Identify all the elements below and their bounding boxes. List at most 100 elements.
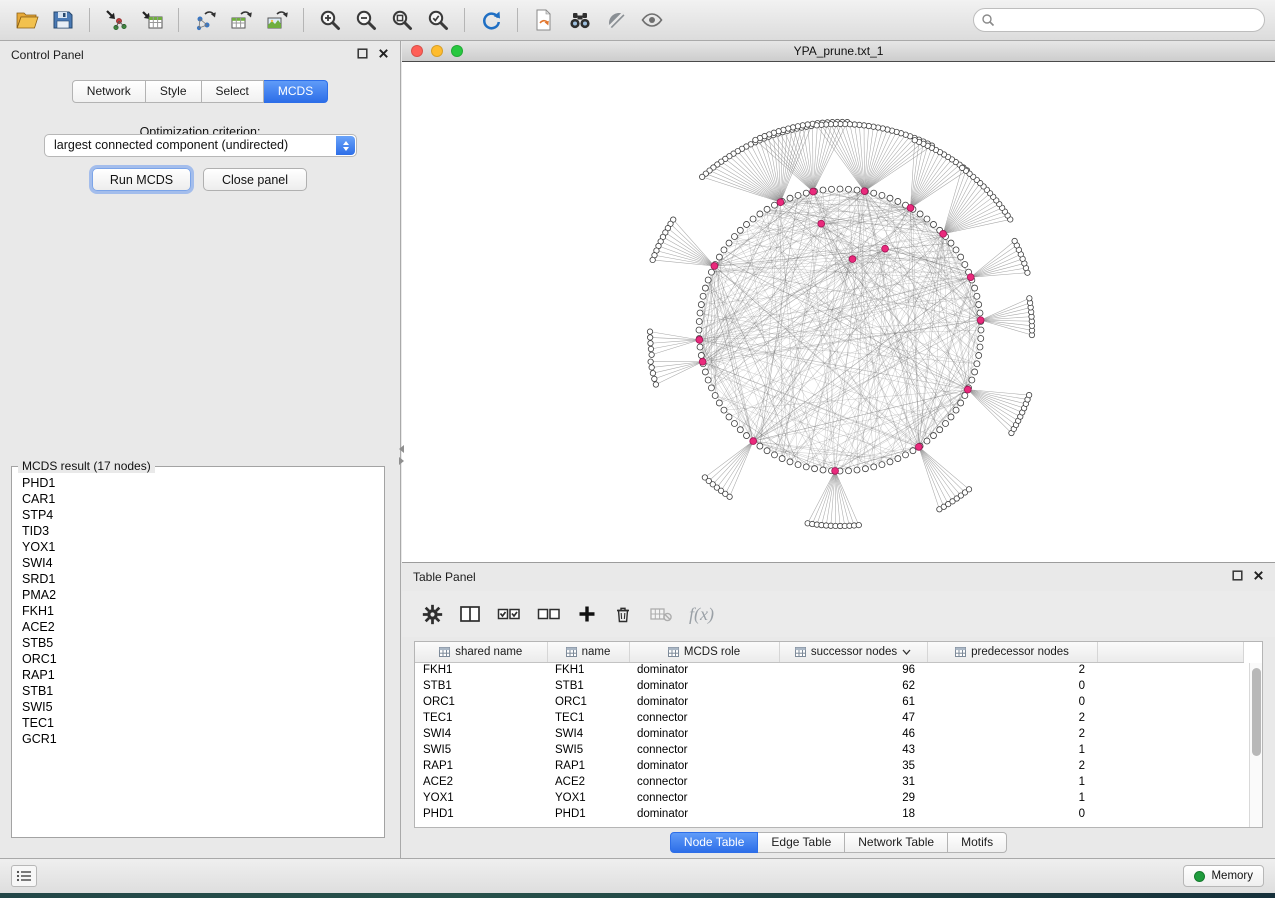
tab-select[interactable]: Select — [202, 80, 264, 103]
tab-node-table[interactable]: Node Table — [670, 832, 759, 853]
search-network-icon[interactable] — [563, 5, 597, 35]
mcds-result-item[interactable]: FKH1 — [14, 603, 382, 619]
table-cell[interactable]: 62 — [779, 678, 927, 694]
table-cell[interactable]: YOX1 — [547, 790, 629, 806]
table-cell[interactable] — [1097, 758, 1243, 774]
table-cell[interactable]: 43 — [779, 742, 927, 758]
table-cell[interactable]: RAP1 — [547, 758, 629, 774]
table-row[interactable]: STB1STB1dominator620 — [415, 678, 1243, 694]
zoom-out-icon[interactable] — [349, 5, 383, 35]
scrollbar-thumb[interactable] — [1252, 668, 1261, 756]
table-cell[interactable]: PHD1 — [415, 806, 547, 822]
table-cell[interactable]: 2 — [927, 662, 1097, 678]
mcds-result-item[interactable]: STP4 — [14, 507, 382, 523]
table-cell[interactable]: PHD1 — [547, 806, 629, 822]
table-cell[interactable]: connector — [629, 774, 779, 790]
table-cell[interactable]: ORC1 — [415, 694, 547, 710]
table-row[interactable]: YOX1YOX1connector291 — [415, 790, 1243, 806]
window-close-icon[interactable] — [411, 45, 423, 57]
mcds-result-item[interactable]: SRD1 — [14, 571, 382, 587]
table-cell[interactable]: connector — [629, 710, 779, 726]
table-cell[interactable] — [1097, 662, 1243, 678]
table-cell[interactable]: 1 — [927, 742, 1097, 758]
table-row[interactable]: ACE2ACE2connector311 — [415, 774, 1243, 790]
collapse-left-icon[interactable] — [399, 445, 404, 453]
mcds-result-item[interactable]: SWI4 — [14, 555, 382, 571]
table-cell[interactable]: 0 — [927, 694, 1097, 710]
column-header-predecessor-nodes[interactable]: predecessor nodes — [927, 642, 1097, 662]
import-network-icon[interactable] — [99, 5, 133, 35]
export-network-icon[interactable] — [188, 5, 222, 35]
mcds-result-item[interactable]: ACE2 — [14, 619, 382, 635]
column-header-name[interactable]: name — [547, 642, 629, 662]
table-row[interactable]: SWI5SWI5connector431 — [415, 742, 1243, 758]
table-cell[interactable]: 1 — [927, 774, 1097, 790]
table-cell[interactable]: 2 — [927, 710, 1097, 726]
table-cell[interactable]: RAP1 — [415, 758, 547, 774]
zoom-in-icon[interactable] — [313, 5, 347, 35]
table-cell[interactable] — [1097, 710, 1243, 726]
tab-edge-table[interactable]: Edge Table — [758, 832, 845, 853]
mcds-result-item[interactable]: RAP1 — [14, 667, 382, 683]
graphics-details-icon[interactable] — [599, 5, 633, 35]
table-cell[interactable]: 2 — [927, 758, 1097, 774]
table-cell[interactable]: dominator — [629, 662, 779, 678]
table-cell[interactable]: 18 — [779, 806, 927, 822]
table-row[interactable]: FKH1FKH1dominator962 — [415, 662, 1243, 678]
mcds-result-item[interactable]: TEC1 — [14, 715, 382, 731]
column-header-mcds-role[interactable]: MCDS role — [629, 642, 779, 662]
panel-splitter[interactable] — [396, 445, 406, 475]
float-panel-icon[interactable] — [1232, 570, 1243, 584]
table-cell[interactable]: 31 — [779, 774, 927, 790]
table-row[interactable]: PHD1PHD1dominator180 — [415, 806, 1243, 822]
close-panel-button[interactable]: Close panel — [203, 168, 307, 191]
table-cell[interactable]: STB1 — [415, 678, 547, 694]
criterion-select[interactable]: largest connected component (undirected) — [44, 134, 357, 157]
table-cell[interactable]: 0 — [927, 806, 1097, 822]
delete-table-icon[interactable] — [649, 600, 673, 628]
table-cell[interactable]: 96 — [779, 662, 927, 678]
table-cell[interactable]: 1 — [927, 790, 1097, 806]
table-cell[interactable]: dominator — [629, 806, 779, 822]
table-cell[interactable]: SWI4 — [547, 726, 629, 742]
run-mcds-button[interactable]: Run MCDS — [92, 168, 191, 191]
show-hide-eye-icon[interactable] — [635, 5, 669, 35]
table-cell[interactable]: ORC1 — [547, 694, 629, 710]
close-panel-icon[interactable] — [1253, 570, 1264, 584]
table-cell[interactable]: dominator — [629, 694, 779, 710]
add-column-icon[interactable] — [577, 600, 597, 628]
delete-column-icon[interactable] — [613, 600, 633, 628]
table-row[interactable]: RAP1RAP1dominator352 — [415, 758, 1243, 774]
table-cell[interactable]: 35 — [779, 758, 927, 774]
function-builder-icon[interactable]: f(x) — [689, 600, 714, 628]
table-cell[interactable]: STB1 — [547, 678, 629, 694]
mcds-result-item[interactable]: STB1 — [14, 683, 382, 699]
zoom-selected-icon[interactable] — [421, 5, 455, 35]
import-public-network-icon[interactable] — [527, 5, 561, 35]
select-all-rows-icon[interactable] — [497, 600, 521, 628]
tab-motifs[interactable]: Motifs — [948, 832, 1007, 853]
tab-network[interactable]: Network — [72, 80, 146, 103]
tab-style[interactable]: Style — [146, 80, 202, 103]
table-cell[interactable]: TEC1 — [415, 710, 547, 726]
table-row[interactable]: ORC1ORC1dominator610 — [415, 694, 1243, 710]
tab-network-table[interactable]: Network Table — [845, 832, 948, 853]
table-cell[interactable]: SWI4 — [415, 726, 547, 742]
table-cell[interactable]: TEC1 — [547, 710, 629, 726]
column-header-shared-name[interactable]: shared name — [415, 642, 547, 662]
float-panel-icon[interactable] — [357, 48, 368, 62]
table-cell[interactable]: ACE2 — [415, 774, 547, 790]
mcds-result-item[interactable]: TID3 — [14, 523, 382, 539]
table-cell[interactable]: YOX1 — [415, 790, 547, 806]
mcds-result-item[interactable]: STB5 — [14, 635, 382, 651]
deselect-all-rows-icon[interactable] — [537, 600, 561, 628]
window-minimize-icon[interactable] — [431, 45, 443, 57]
mcds-result-item[interactable]: ORC1 — [14, 651, 382, 667]
mcds-result-item[interactable]: PHD1 — [14, 475, 382, 491]
table-row[interactable]: SWI4SWI4dominator462 — [415, 726, 1243, 742]
save-session-icon[interactable] — [46, 5, 80, 35]
export-image-icon[interactable] — [260, 5, 294, 35]
table-cell[interactable] — [1097, 774, 1243, 790]
table-cell[interactable]: 61 — [779, 694, 927, 710]
table-cell[interactable]: SWI5 — [415, 742, 547, 758]
